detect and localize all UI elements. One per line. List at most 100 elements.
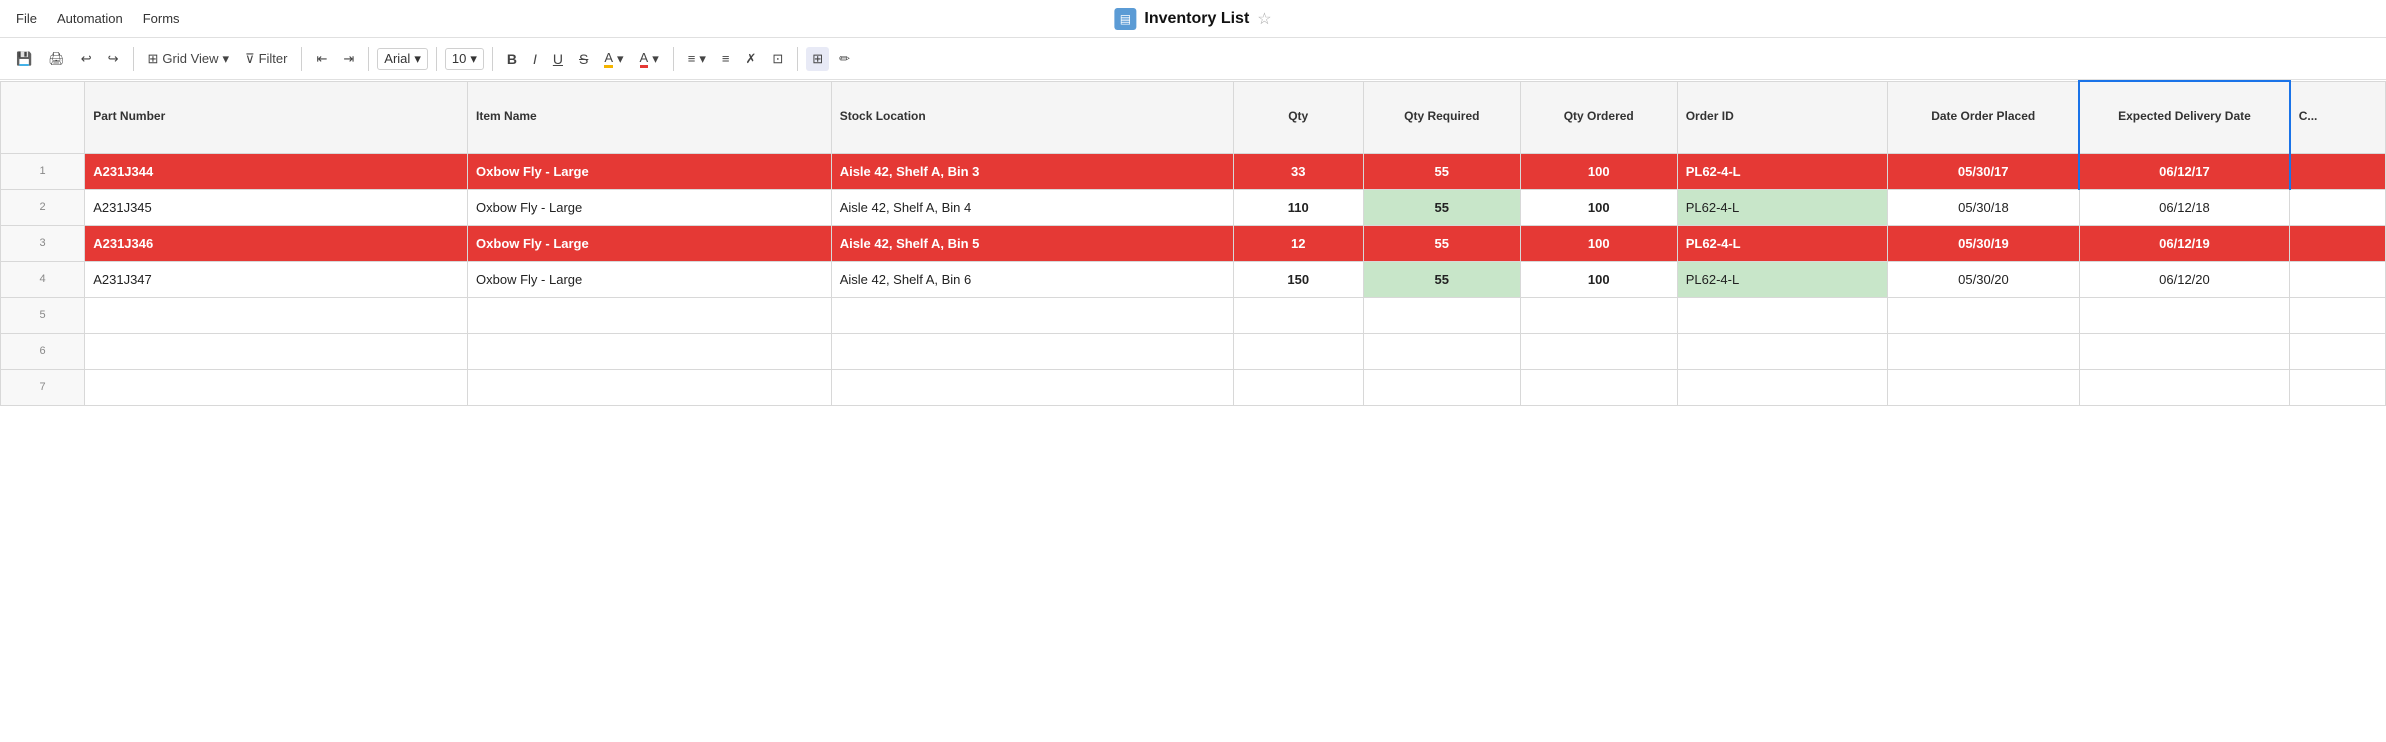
table-row[interactable]: 3A231J346Oxbow Fly - LargeAisle 42, Shel… <box>1 225 2386 261</box>
empty-cell[interactable] <box>1363 297 1520 333</box>
save-button[interactable]: 💾 <box>10 47 38 71</box>
empty-cell[interactable] <box>2079 369 2290 405</box>
italic-button[interactable]: I <box>527 47 543 71</box>
empty-cell[interactable] <box>1677 333 1888 369</box>
cell-qty-ordered[interactable]: 100 <box>1520 189 1677 225</box>
table-row[interactable]: 6 <box>1 333 2386 369</box>
cell-stock-location[interactable]: Aisle 42, Shelf A, Bin 5 <box>831 225 1233 261</box>
empty-cell[interactable] <box>85 369 468 405</box>
cell-part-number[interactable]: A231J344 <box>85 153 468 189</box>
font-selector[interactable]: Arial ▾ <box>377 48 428 70</box>
cell-part-number[interactable]: A231J346 <box>85 225 468 261</box>
cell-qty-ordered[interactable]: 100 <box>1520 153 1677 189</box>
cell-qty-required[interactable]: 55 <box>1363 225 1520 261</box>
print-button[interactable]: 🖨 <box>42 47 71 71</box>
draw-button[interactable]: ✏ <box>833 47 856 71</box>
cell-part-number[interactable]: A231J347 <box>85 261 468 297</box>
empty-cell[interactable] <box>831 333 1233 369</box>
cell-expected-delivery-date[interactable]: 06/12/18 <box>2079 189 2290 225</box>
empty-cell[interactable] <box>1233 297 1363 333</box>
empty-cell[interactable] <box>1233 369 1363 405</box>
empty-cell[interactable] <box>2079 297 2290 333</box>
cell-order-id[interactable]: PL62-4-L <box>1677 261 1888 297</box>
strikethrough-button[interactable]: S <box>573 47 594 71</box>
table-row[interactable]: 1A231J344Oxbow Fly - LargeAisle 42, Shel… <box>1 153 2386 189</box>
cell-date-order-placed[interactable]: 05/30/20 <box>1888 261 2079 297</box>
indent-increase-button[interactable]: ⇥ <box>337 47 360 71</box>
cell-c[interactable] <box>2290 261 2386 297</box>
empty-cell[interactable] <box>1233 333 1363 369</box>
empty-cell[interactable] <box>85 333 468 369</box>
cell-c[interactable] <box>2290 153 2386 189</box>
underline-button[interactable]: U <box>547 47 569 71</box>
bold-button[interactable]: B <box>501 47 523 71</box>
redo-button[interactable]: ↪ <box>102 47 125 71</box>
empty-cell[interactable] <box>1888 297 2079 333</box>
menu-automation[interactable]: Automation <box>57 11 123 26</box>
cell-order-id[interactable]: PL62-4-L <box>1677 153 1888 189</box>
cell-stock-location[interactable]: Aisle 42, Shelf A, Bin 4 <box>831 189 1233 225</box>
cell-part-number[interactable]: A231J345 <box>85 189 468 225</box>
cell-expected-delivery-date[interactable]: 06/12/19 <box>2079 225 2290 261</box>
empty-cell[interactable] <box>1520 369 1677 405</box>
table-row[interactable]: 7 <box>1 369 2386 405</box>
cell-date-order-placed[interactable]: 05/30/18 <box>1888 189 2079 225</box>
cell-order-id[interactable]: PL62-4-L <box>1677 189 1888 225</box>
cell-qty-ordered[interactable]: 100 <box>1520 261 1677 297</box>
header-qty-ordered[interactable]: Qty Ordered <box>1520 81 1677 153</box>
empty-cell[interactable] <box>468 333 832 369</box>
highlight-color-button[interactable]: A ▾ <box>598 46 629 72</box>
sheet-container[interactable]: Part Number Item Name Stock Location Qty… <box>0 80 2386 742</box>
cell-qty-required[interactable]: 55 <box>1363 153 1520 189</box>
cell-expected-delivery-date[interactable]: 06/12/20 <box>2079 261 2290 297</box>
text-align-button[interactable]: ≡ <box>716 47 736 70</box>
header-date-order-placed[interactable]: Date Order Placed <box>1888 81 2079 153</box>
table-view-button[interactable]: ⊞ <box>806 47 829 71</box>
empty-cell[interactable] <box>2290 333 2386 369</box>
menu-file[interactable]: File <box>16 11 37 26</box>
empty-cell[interactable] <box>1677 369 1888 405</box>
empty-cell[interactable] <box>1520 333 1677 369</box>
table-row[interactable]: 5 <box>1 297 2386 333</box>
empty-cell[interactable] <box>1888 369 2079 405</box>
cell-item-name[interactable]: Oxbow Fly - Large <box>468 225 832 261</box>
undo-button[interactable]: ↩ <box>75 47 98 71</box>
empty-cell[interactable] <box>1888 333 2079 369</box>
header-part-number[interactable]: Part Number <box>85 81 468 153</box>
header-item-name[interactable]: Item Name <box>468 81 832 153</box>
header-stock-location[interactable]: Stock Location <box>831 81 1233 153</box>
empty-cell[interactable] <box>2290 369 2386 405</box>
cell-date-order-placed[interactable]: 05/30/19 <box>1888 225 2079 261</box>
cell-date-order-placed[interactable]: 05/30/17 <box>1888 153 2079 189</box>
header-qty-required[interactable]: Qty Required <box>1363 81 1520 153</box>
empty-cell[interactable] <box>2290 297 2386 333</box>
font-color-button[interactable]: A ▾ <box>634 46 665 72</box>
header-c[interactable]: C... <box>2290 81 2386 153</box>
cell-stock-location[interactable]: Aisle 42, Shelf A, Bin 6 <box>831 261 1233 297</box>
header-expected-delivery-date[interactable]: Expected Delivery Date <box>2079 81 2290 153</box>
cell-item-name[interactable]: Oxbow Fly - Large <box>468 261 832 297</box>
cell-qty-required[interactable]: 55 <box>1363 261 1520 297</box>
cell-qty[interactable]: 150 <box>1233 261 1363 297</box>
cell-item-name[interactable]: Oxbow Fly - Large <box>468 153 832 189</box>
grid-view-button[interactable]: ⊞ Grid View ▾ <box>142 47 236 71</box>
cell-qty[interactable]: 12 <box>1233 225 1363 261</box>
cell-expected-delivery-date[interactable]: 06/12/17 <box>2079 153 2290 189</box>
empty-cell[interactable] <box>1363 369 1520 405</box>
favorite-icon[interactable]: ☆ <box>1257 9 1271 29</box>
table-row[interactable]: 4A231J347Oxbow Fly - LargeAisle 42, Shel… <box>1 261 2386 297</box>
empty-cell[interactable] <box>831 369 1233 405</box>
empty-cell[interactable] <box>468 297 832 333</box>
cell-order-id[interactable]: PL62-4-L <box>1677 225 1888 261</box>
cell-qty-ordered[interactable]: 100 <box>1520 225 1677 261</box>
empty-cell[interactable] <box>1520 297 1677 333</box>
empty-cell[interactable] <box>1363 333 1520 369</box>
align-button[interactable]: ≡ ▾ <box>682 47 712 71</box>
table-row[interactable]: 2A231J345Oxbow Fly - LargeAisle 42, Shel… <box>1 189 2386 225</box>
empty-cell[interactable] <box>831 297 1233 333</box>
cell-stock-location[interactable]: Aisle 42, Shelf A, Bin 3 <box>831 153 1233 189</box>
empty-cell[interactable] <box>2079 333 2290 369</box>
header-order-id[interactable]: Order ID <box>1677 81 1888 153</box>
cell-qty[interactable]: 110 <box>1233 189 1363 225</box>
cell-qty[interactable]: 33 <box>1233 153 1363 189</box>
